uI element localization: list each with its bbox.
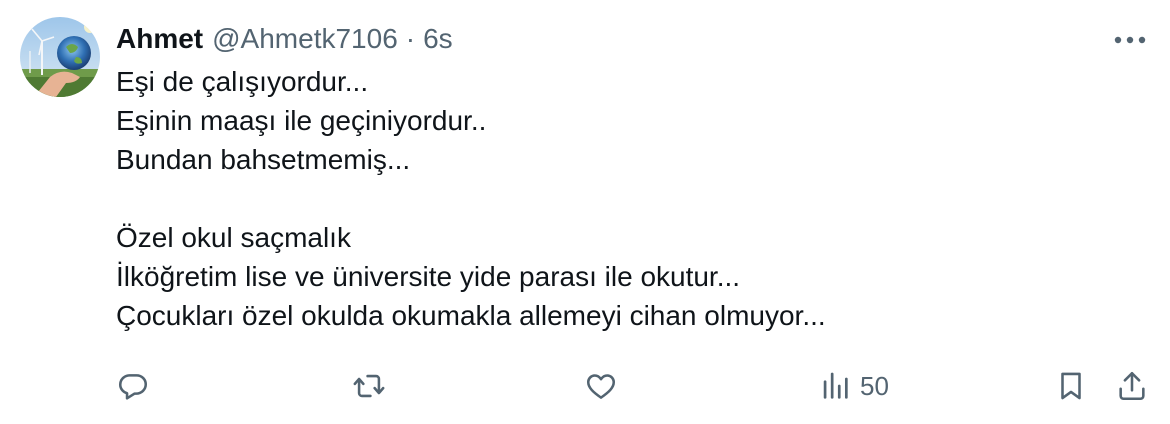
like-button[interactable] — [584, 366, 618, 406]
retweet-arrows-icon — [353, 374, 385, 398]
views-count: 50 — [860, 370, 889, 401]
tweet-line: Bundan bahsetmemiş... — [116, 144, 411, 175]
tweet-line: Eşinin maaşı ile geçiniyordur.. — [116, 105, 487, 136]
timestamp[interactable]: 6s — [423, 23, 453, 55]
tweet-line: İlköğretim lise ve üniversite yide paras… — [116, 261, 741, 292]
heart-icon — [586, 374, 616, 399]
more-options-button[interactable] — [1108, 20, 1152, 60]
more-dots-icon — [1114, 36, 1146, 44]
bookmark-button[interactable] — [1054, 366, 1088, 406]
views-button[interactable]: 50 — [818, 366, 889, 406]
bookmark-icon — [1061, 372, 1081, 400]
reply-bubble-icon — [118, 374, 148, 400]
tweet-line: Çocukları özel okulda okumakla allemeyi … — [116, 300, 826, 331]
tweet: Ahmet @Ahmetk7106 · 6s Eşi de çalışıyord… — [0, 0, 1170, 424]
tweet-line: Özel okul saçmalık — [116, 222, 351, 253]
tweet-text: Eşi de çalışıyordur... Eşinin maaşı ile … — [116, 62, 1146, 335]
share-upload-icon — [1119, 371, 1145, 401]
author-handle[interactable]: @Ahmetk7106 — [212, 23, 398, 55]
author-name[interactable]: Ahmet — [116, 23, 203, 55]
avatar[interactable] — [20, 17, 100, 97]
separator-dot: · — [405, 23, 416, 54]
retweet-button[interactable] — [352, 366, 386, 406]
bar-chart-icon — [823, 372, 848, 399]
tweet-line: Eşi de çalışıyordur... — [116, 66, 369, 97]
reply-button[interactable] — [116, 366, 150, 406]
tweet-header: Ahmet @Ahmetk7106 · 6s — [116, 20, 453, 58]
share-button[interactable] — [1115, 366, 1149, 406]
